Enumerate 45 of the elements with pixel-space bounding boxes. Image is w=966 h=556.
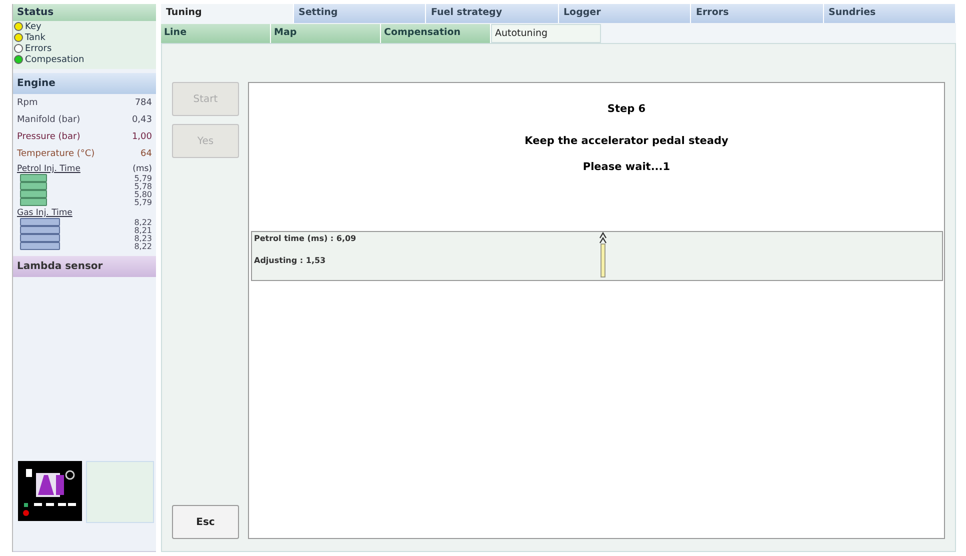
injector-value: 5,78 <box>134 182 152 190</box>
tab[interactable]: Logger <box>558 4 691 23</box>
section-header: Lambda sensor <box>13 256 156 277</box>
section-header: Engine <box>13 73 156 94</box>
injector-title: Petrol Inj. Time <box>17 164 80 174</box>
parameter-label: Manifold (bar) <box>17 114 80 124</box>
injector-value: 5,79 <box>134 198 152 206</box>
tab[interactable]: Line <box>161 24 271 43</box>
section-header: Status <box>13 4 156 21</box>
parameter-value: 784 <box>134 98 152 108</box>
parameter-label: Temperature (°C) <box>17 148 95 158</box>
petrol-time-label: Petrol time (ms) : 6,09 <box>254 234 358 243</box>
status-label: Compesation <box>25 54 84 64</box>
indicator-icon <box>599 232 607 278</box>
injector-title: Gas Inj. Time <box>17 208 72 218</box>
injector-value: 5,80 <box>134 190 152 198</box>
logo-icon <box>18 461 82 521</box>
injector-value: 8,23 <box>134 234 152 242</box>
parameter-label: Rpm <box>17 98 38 108</box>
step-title: Step 6 <box>606 103 646 115</box>
parameter-value: 64 <box>140 148 152 158</box>
parameter-value: 1,00 <box>132 132 152 142</box>
wait-text: Please wait...1 <box>582 161 670 173</box>
tab[interactable]: Fuel strategy <box>426 4 558 23</box>
injector-value: 8,22 <box>134 218 152 226</box>
status-label: Key <box>25 22 42 32</box>
unit-label: (ms) <box>132 164 152 174</box>
tab[interactable]: Map <box>271 24 381 43</box>
injector-value: 5,79 <box>134 174 152 182</box>
parameter-value: 0,43 <box>132 114 152 124</box>
tab[interactable]: Tuning <box>161 4 294 23</box>
instruction-text: Keep the accelerator pedal steady <box>524 135 728 147</box>
tab[interactable]: Compensation <box>381 24 491 43</box>
status-label: Errors <box>25 44 52 54</box>
status-label: Tank <box>25 32 46 42</box>
tab[interactable]: Setting <box>294 4 426 23</box>
esc-button[interactable]: Esc <box>172 505 239 539</box>
injector-value: 8,21 <box>134 226 152 234</box>
adjusting-label: Adjusting : 1,53 <box>254 256 327 265</box>
tab[interactable]: Sundries <box>824 4 956 23</box>
status-box <box>86 461 154 523</box>
tab[interactable]: Errors <box>691 4 824 23</box>
injector-value: 8,22 <box>134 242 152 250</box>
parameter-label: Pressure (bar) <box>17 132 80 142</box>
tab[interactable]: Autotuning <box>491 24 601 43</box>
